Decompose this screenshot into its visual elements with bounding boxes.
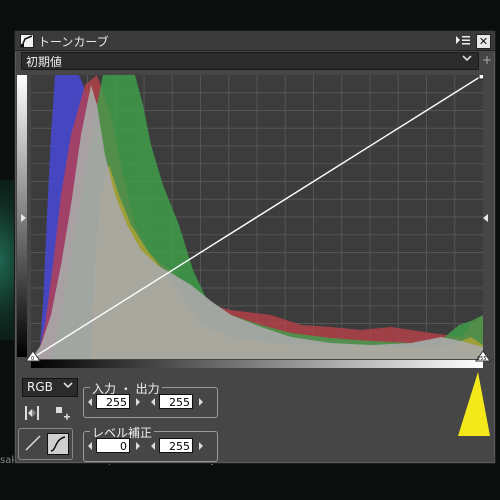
add-preset-button[interactable]: + [481, 53, 493, 67]
curve-logo-icon [20, 34, 34, 48]
level-max-increase-icon[interactable] [199, 442, 203, 450]
add-point-icon[interactable] [55, 406, 71, 422]
preset-selected-value: 初期値 [26, 55, 63, 69]
tone-curve-panel: トーンカーブ ✕ 初期値 + 0 255 RGB 入力 ・ 出力 255 255… [14, 30, 496, 464]
level-min-increase-icon[interactable] [136, 442, 140, 450]
straight-line-icon [25, 435, 41, 451]
s-curve-icon [50, 436, 66, 452]
output-decrease-icon[interactable] [151, 398, 155, 406]
chevron-down-icon [63, 380, 73, 393]
output-value-field[interactable]: 255 [159, 394, 193, 409]
channel-select[interactable]: RGB [22, 378, 78, 397]
input-min-handle[interactable]: 0 [25, 350, 41, 364]
curve-mode-button[interactable] [47, 433, 69, 455]
level-min-decrease-icon[interactable] [88, 442, 92, 450]
yellow-triangle-marker [458, 372, 490, 436]
window-title: トーンカーブ [38, 35, 109, 49]
channel-select-value: RGB [27, 380, 53, 394]
output-increase-icon[interactable] [199, 398, 203, 406]
level-max-decrease-icon[interactable] [151, 442, 155, 450]
input-decrease-icon[interactable] [88, 398, 92, 406]
curve-point-end[interactable] [478, 75, 483, 80]
title-bar[interactable]: トーンカーブ ✕ [15, 31, 495, 51]
level-min-field[interactable]: 0 [96, 438, 130, 453]
tone-curve-graph[interactable]: 0 255 [17, 71, 493, 371]
input-max-label: 255 [477, 356, 487, 362]
curve-mode-group [18, 428, 73, 460]
input-increase-icon[interactable] [136, 398, 140, 406]
controls-area: RGB 入力 ・ 出力 255 255 レベル補正 0 255 [15, 376, 495, 463]
input-max-handle[interactable]: 255 [475, 350, 491, 364]
input-gradient-bar [31, 360, 483, 368]
chevron-down-icon [462, 53, 472, 66]
panel-menu-icon[interactable] [455, 34, 471, 47]
input-value-field[interactable]: 255 [96, 394, 130, 409]
auto-adjust-icon[interactable] [24, 405, 40, 421]
input-output-group: 入力 ・ 出力 255 255 [83, 380, 218, 418]
level-max-field[interactable]: 255 [159, 438, 193, 453]
input-min-label: 0 [31, 356, 34, 362]
left-slider-arrow-icon[interactable] [21, 214, 26, 222]
preset-dropdown[interactable]: 初期値 [21, 52, 479, 70]
close-button[interactable]: ✕ [476, 34, 491, 49]
curve-canvas[interactable] [31, 75, 483, 359]
linear-mode-button[interactable] [23, 433, 43, 453]
level-correction-group: レベル補正 0 255 [83, 424, 218, 462]
right-slider-arrow-icon[interactable] [483, 214, 488, 222]
